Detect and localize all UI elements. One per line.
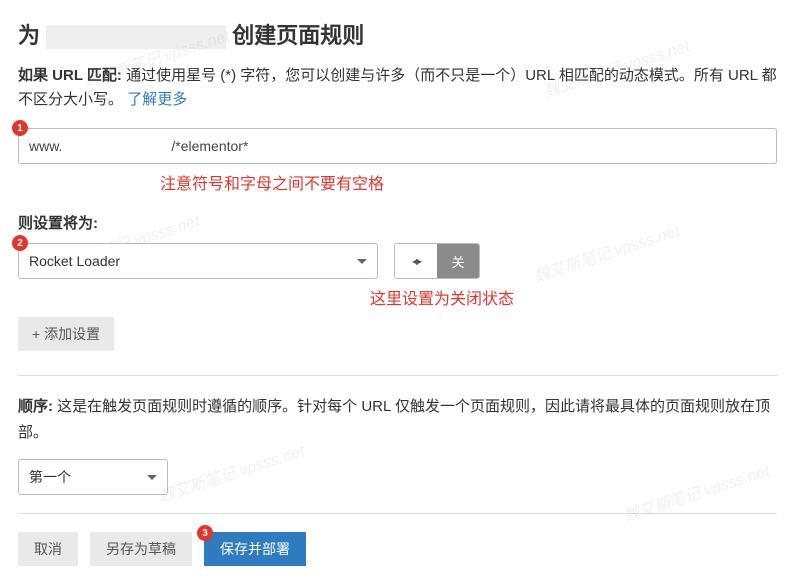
setting-name-value: Rocket Loader <box>29 253 120 269</box>
order-value: 第一个 <box>29 467 71 487</box>
step-badge-2: 2 <box>12 235 28 251</box>
setting-name-select[interactable]: Rocket Loader <box>18 243 378 279</box>
step-badge-3: 3 <box>197 525 213 541</box>
cancel-button[interactable]: 取消 <box>18 532 78 566</box>
chevron-down-icon <box>147 475 157 480</box>
url-match-label: 如果 URL 匹配: <box>18 67 122 84</box>
page-title: 为 创建页面规则 <box>18 18 777 50</box>
step-badge-1: 1 <box>12 120 28 136</box>
dialog-footer: 取消 另存为草稿 3 保存并部署 <box>18 513 777 566</box>
save-draft-label: 另存为草稿 <box>106 539 176 559</box>
toggle-off-button[interactable]: 关 <box>437 244 479 278</box>
save-deploy-button[interactable]: 3 保存并部署 <box>204 532 306 566</box>
order-section: 顺序: 这是在触发页面规则时遵循的顺序。针对每个 URL 仅触发一个页面规则，因… <box>18 375 777 495</box>
settings-label: 则设置将为: <box>18 212 777 233</box>
order-select[interactable]: 第一个 <box>18 459 168 495</box>
add-setting-button[interactable]: + 添加设置 <box>18 317 114 351</box>
url-pattern-input[interactable] <box>18 128 777 164</box>
order-text: 这是在触发页面规则时遵循的顺序。针对每个 URL 仅触发一个页面规则，因此请将最… <box>18 398 770 441</box>
order-description: 顺序: 这是在触发页面规则时遵循的顺序。针对每个 URL 仅触发一个页面规则，因… <box>18 394 777 445</box>
save-deploy-label: 保存并部署 <box>220 539 290 559</box>
toggle-on-button[interactable]: ◂▸ <box>395 244 437 278</box>
add-setting-label: + 添加设置 <box>32 324 100 344</box>
url-input-wrapper: 1 <box>18 128 777 164</box>
redacted-domain <box>46 25 226 49</box>
learn-more-link[interactable]: 了解更多 <box>127 91 187 108</box>
toggle-arrows-icon: ◂▸ <box>412 254 420 268</box>
title-suffix: 创建页面规则 <box>232 23 364 48</box>
settings-row: 2 Rocket Loader ◂▸ 关 <box>18 243 777 279</box>
toggle-off-label: 关 <box>451 252 464 271</box>
chevron-down-icon <box>357 259 367 264</box>
url-match-help: 如果 URL 匹配: 通过使用星号 (*) 字符，您可以创建与许多（而不只是一个… <box>18 64 777 112</box>
cancel-label: 取消 <box>34 539 62 559</box>
order-label: 顺序: <box>18 398 53 415</box>
title-prefix: 为 <box>18 23 40 48</box>
save-draft-button[interactable]: 另存为草稿 <box>90 532 192 566</box>
annotation-no-space: 注意符号和字母之间不要有空格 <box>160 170 777 194</box>
annotation-set-off: 这里设置为关闭状态 <box>370 285 777 309</box>
setting-value-toggle: ◂▸ 关 <box>394 243 480 279</box>
